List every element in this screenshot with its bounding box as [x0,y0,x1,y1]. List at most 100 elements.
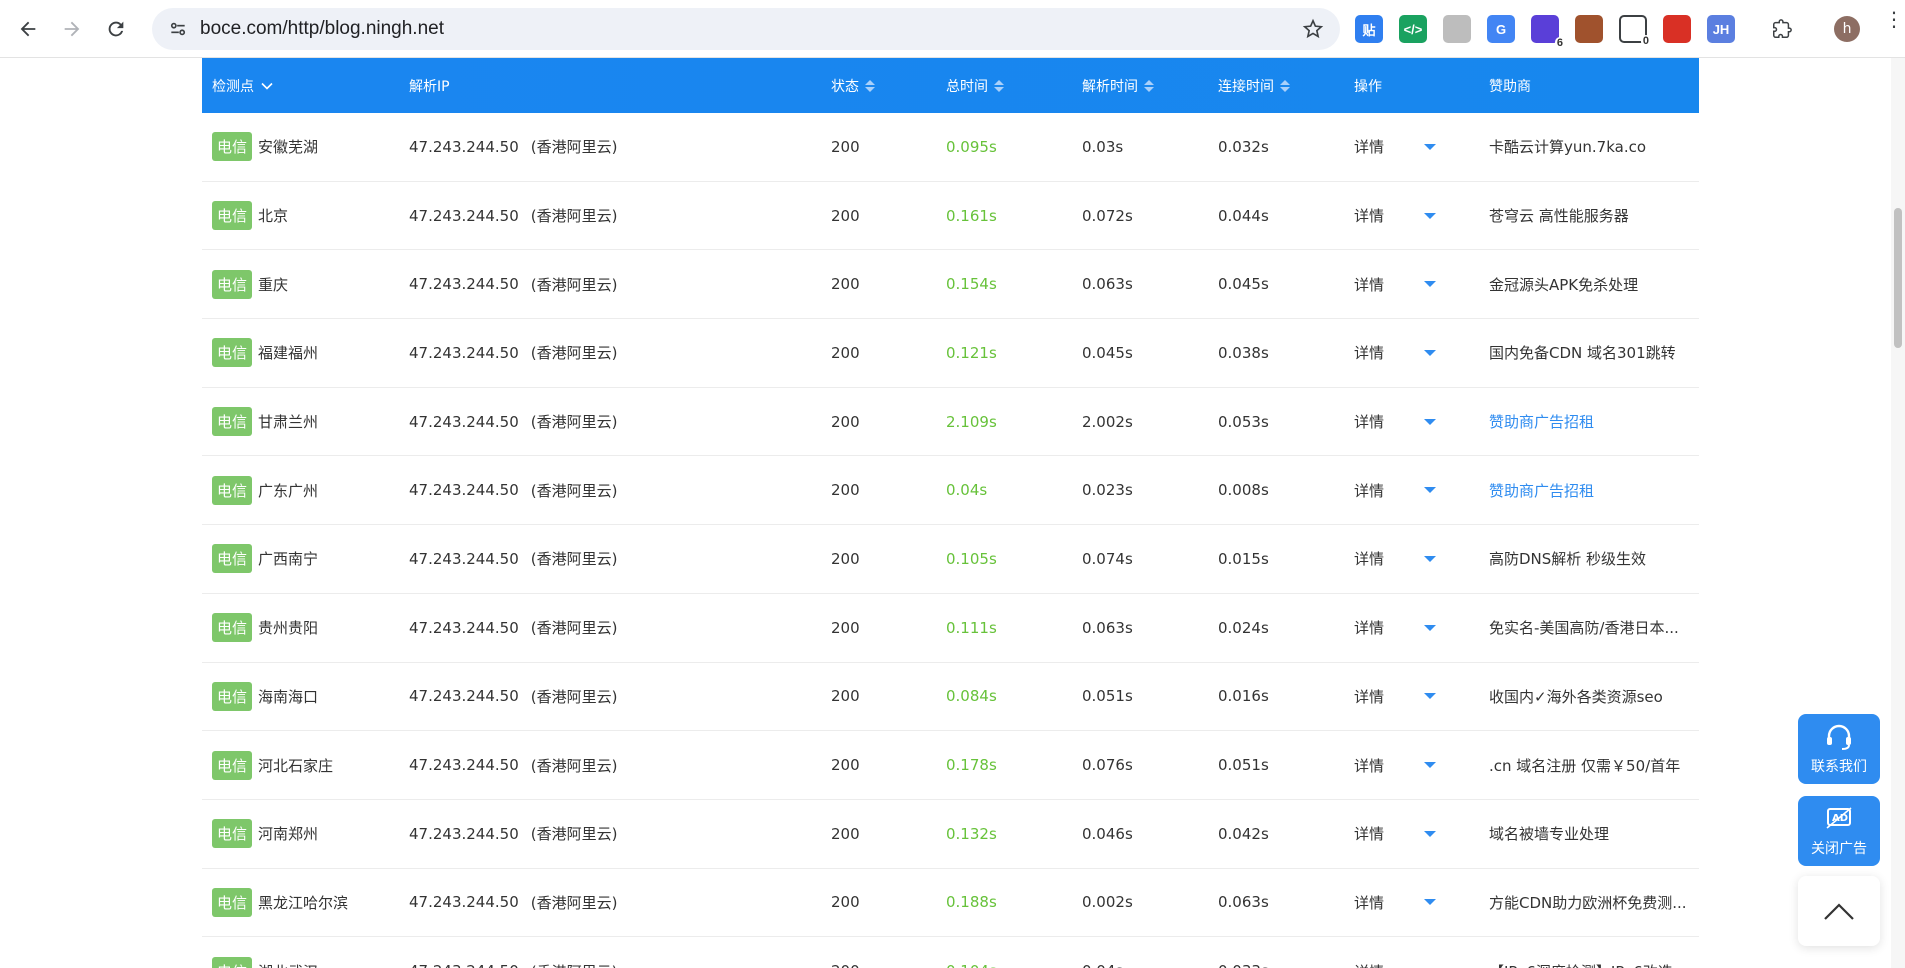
caret-down-icon[interactable] [1424,555,1437,562]
sponsor-link[interactable]: 收国内✓海外各类资源seo [1489,686,1663,707]
scrollbar-track[interactable] [1891,58,1905,968]
scrollbar-thumb[interactable] [1894,208,1902,348]
action-cell[interactable]: 详情 [1354,800,1437,868]
action-cell[interactable]: 详情 [1354,525,1437,593]
sponsor-link[interactable]: 赞助商广告招租 [1489,411,1594,432]
sort-icon[interactable] [865,79,875,92]
sort-icon[interactable] [1280,79,1290,92]
action-cell[interactable]: 详情 [1354,388,1437,456]
pdf-extension-icon[interactable] [1663,15,1691,43]
circle-extension-icon[interactable] [1443,15,1471,43]
caret-down-icon[interactable] [1424,830,1437,837]
detail-link[interactable]: 详情 [1354,617,1384,638]
detail-link[interactable]: 详情 [1354,136,1384,157]
sponsor-link[interactable]: 苍穹云 高性能服务器 [1489,205,1629,226]
jh-extension-icon[interactable]: JH [1707,15,1735,43]
sponsor-cell[interactable]: 赞助商广告招租 [1489,456,1594,524]
code-extension-icon[interactable]: </> [1399,15,1427,43]
detail-link[interactable]: 详情 [1354,480,1384,501]
action-cell[interactable]: 详情 [1354,663,1437,731]
action-cell[interactable]: 详情 [1354,456,1437,524]
bookmark-star-icon[interactable] [1302,18,1324,44]
reload-button[interactable] [94,7,138,51]
detail-link[interactable]: 详情 [1354,961,1384,968]
action-cell[interactable]: 详情 [1354,319,1437,387]
caret-down-icon[interactable] [1424,487,1437,494]
detail-link[interactable]: 详情 [1354,892,1384,913]
sort-icon[interactable] [994,79,1004,92]
sponsor-cell[interactable]: 收国内✓海外各类资源seo [1489,663,1663,731]
sponsor-cell[interactable]: 卡酷云计算yun.7ka.co [1489,113,1646,181]
sponsor-link[interactable]: 国内免备CDN 域名301跳转 [1489,342,1676,363]
caret-down-icon[interactable] [1424,624,1437,631]
detail-link[interactable]: 详情 [1354,823,1384,844]
browser-menu-icon[interactable]: ⋮ [1884,9,1904,44]
sponsor-cell[interactable]: 【IPv6深度检测】IPv6改造 [1489,937,1673,968]
detail-link[interactable]: 详情 [1354,342,1384,363]
caret-down-icon[interactable] [1424,693,1437,700]
caret-down-icon[interactable] [1424,212,1437,219]
action-cell[interactable]: 详情 [1354,731,1437,799]
header-status[interactable]: 状态 [831,58,875,113]
caret-down-icon[interactable] [1424,281,1437,288]
sponsor-cell[interactable]: 高防DNS解析 秒级生效 [1489,525,1646,593]
address-bar[interactable]: boce.com/http/blog.ningh.net [152,8,1340,50]
sponsor-link[interactable]: 方能CDN助力欧洲杯免费测... [1489,892,1687,913]
header-resolve[interactable]: 解析时间 [1082,58,1154,113]
detail-link[interactable]: 详情 [1354,411,1384,432]
header-node[interactable]: 检测点 [212,58,274,113]
contact-us-button[interactable]: 联系我们 [1798,714,1880,784]
paste-extension-icon[interactable]: 贴 [1355,15,1383,43]
sponsor-link[interactable]: .cn 域名注册 仅需￥50/首年 [1489,755,1680,776]
profile-avatar[interactable]: h [1834,16,1860,42]
sponsor-link[interactable]: 金冠源头APK免杀处理 [1489,274,1638,295]
sponsor-cell[interactable]: 国内免备CDN 域名301跳转 [1489,319,1676,387]
sponsor-cell[interactable]: 赞助商广告招租 [1489,388,1594,456]
sponsor-cell[interactable]: 金冠源头APK免杀处理 [1489,250,1638,318]
detail-link[interactable]: 详情 [1354,205,1384,226]
back-to-top-button[interactable] [1798,876,1880,946]
cookie-extension-icon[interactable] [1575,15,1603,43]
detail-link[interactable]: 详情 [1354,686,1384,707]
sort-icon[interactable] [1144,79,1154,92]
extensions-puzzle-button[interactable] [1760,7,1804,51]
detail-link[interactable]: 详情 [1354,548,1384,569]
close-ad-button[interactable]: AD 关闭广告 [1798,796,1880,866]
action-cell[interactable]: 详情 [1354,250,1437,318]
counter-extension-icon[interactable]: 0 [1619,15,1651,47]
detail-link[interactable]: 详情 [1354,274,1384,295]
action-cell[interactable]: 详情 [1354,182,1437,250]
detail-link[interactable]: 详情 [1354,755,1384,776]
sponsor-link[interactable]: 免实名-美国高防/香港日本... [1489,617,1679,638]
table-body: 电信 安徽芜湖 47.243.244.50 (香港阿里云) 200 0.095s 0.03s… [202,113,1699,968]
sponsor-cell[interactable]: 苍穹云 高性能服务器 [1489,182,1629,250]
sponsor-cell[interactable]: .cn 域名注册 仅需￥50/首年 [1489,731,1680,799]
action-cell[interactable]: 详情 [1354,869,1437,937]
sponsor-cell[interactable]: 免实名-美国高防/香港日本... [1489,594,1679,662]
url-text[interactable]: boce.com/http/blog.ningh.net [200,18,444,40]
caret-down-icon[interactable] [1424,349,1437,356]
sponsor-cell[interactable]: 方能CDN助力欧洲杯免费测... [1489,869,1687,937]
header-total[interactable]: 总时间 [946,58,1004,113]
action-cell[interactable]: 详情 [1354,937,1436,968]
caret-down-icon[interactable] [1424,418,1437,425]
back-button[interactable] [6,7,50,51]
sponsor-link[interactable]: 卡酷云计算yun.7ka.co [1489,136,1646,157]
action-cell[interactable]: 详情 [1354,594,1437,662]
table-row: 电信 广东广州 47.243.244.50 (香港阿里云) 200 0.04s 0.023s… [202,456,1699,526]
sponsor-cell[interactable]: 域名被墙专业处理 [1489,800,1609,868]
sponsor-link[interactable]: 域名被墙专业处理 [1489,823,1609,844]
translate-extension-icon[interactable]: G [1487,15,1515,43]
sponsor-link[interactable]: 【IPv6深度检测】IPv6改造 [1489,961,1673,968]
caret-down-icon[interactable] [1424,762,1437,769]
site-settings-icon[interactable] [156,19,200,39]
caret-down-icon[interactable] [1424,899,1437,906]
header-connect[interactable]: 连接时间 [1218,58,1290,113]
sponsor-link[interactable]: 高防DNS解析 秒级生效 [1489,548,1646,569]
cap-extension-icon[interactable]: 6 [1531,15,1565,49]
caret-down-icon[interactable] [1424,143,1437,150]
connect-cell: 0.044s [1218,182,1269,250]
action-cell[interactable]: 详情 [1354,113,1437,181]
sponsor-link[interactable]: 赞助商广告招租 [1489,480,1594,501]
forward-button[interactable] [50,7,94,51]
